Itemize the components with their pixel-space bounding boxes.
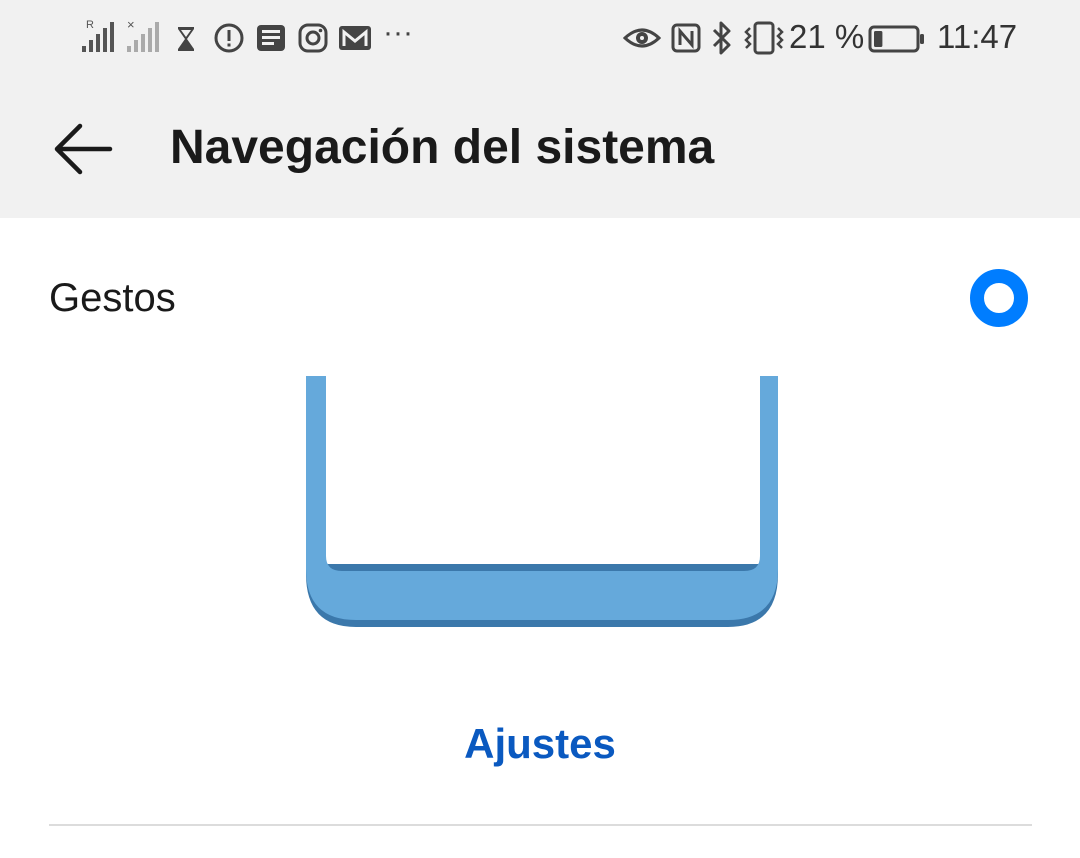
settings-link[interactable]: Ajustes xyxy=(0,720,1080,768)
hourglass-icon xyxy=(178,27,194,51)
vibrate-icon xyxy=(744,21,784,55)
page-title: Navegación del sistema xyxy=(170,121,715,174)
radio-button-selected[interactable] xyxy=(969,268,1029,328)
gesture-illustration xyxy=(306,376,778,627)
nfc-icon xyxy=(671,23,701,53)
instagram-icon xyxy=(298,23,328,53)
title-bar: Navegación del sistema xyxy=(0,80,1080,218)
battery-icon xyxy=(868,25,924,53)
clock: 11:47 xyxy=(937,18,1018,55)
signal-off-icon: × xyxy=(127,18,159,52)
more-icon: ··· xyxy=(383,16,413,49)
gestures-option[interactable]: Gestos xyxy=(0,218,1080,378)
news-icon xyxy=(257,25,285,51)
battery-percent: 21 % xyxy=(789,18,865,55)
signal-icon: R xyxy=(82,19,114,52)
back-arrow-icon[interactable] xyxy=(48,118,118,180)
svg-text:R: R xyxy=(86,19,94,31)
svg-text:×: × xyxy=(127,18,135,32)
status-bar: R × ··· 21 % 11:47 xyxy=(0,0,1080,80)
eye-icon xyxy=(623,28,661,48)
alert-icon xyxy=(214,23,244,53)
gmail-icon xyxy=(339,26,371,50)
bluetooth-icon xyxy=(712,21,731,55)
option-label: Gestos xyxy=(49,276,176,320)
divider xyxy=(49,824,1032,826)
